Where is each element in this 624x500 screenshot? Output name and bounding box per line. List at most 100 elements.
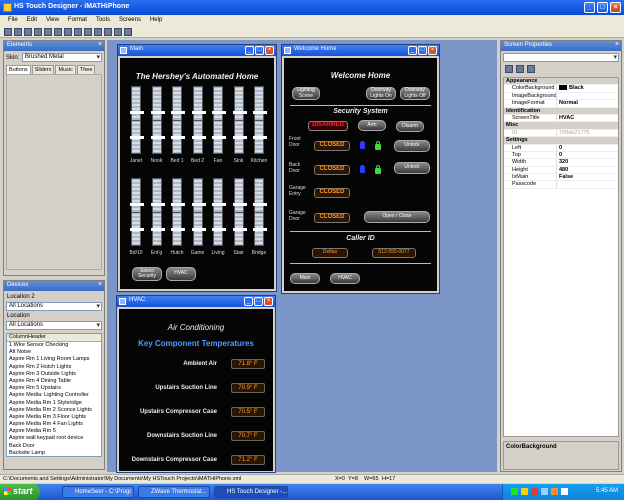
dimmer-slider-lower[interactable] xyxy=(171,212,185,246)
save-all-icon[interactable] xyxy=(34,28,42,36)
menu-edit[interactable]: Edit xyxy=(27,17,37,26)
property-value[interactable] xyxy=(556,181,618,188)
welcome-screen-window[interactable]: Welcome Home _ □ × Welcome Home Lighting S… xyxy=(281,44,440,294)
alphabetical-icon[interactable] xyxy=(516,65,524,73)
minimize-icon[interactable]: _ xyxy=(408,46,417,55)
property-value[interactable]: False xyxy=(556,174,618,181)
menu-view[interactable]: View xyxy=(46,17,59,26)
copy-icon[interactable] xyxy=(54,28,62,36)
arm-button[interactable]: Arm xyxy=(358,120,386,131)
property-value[interactable]: Black xyxy=(556,85,618,92)
cut-icon[interactable] xyxy=(44,28,52,36)
preview-icon[interactable] xyxy=(114,28,122,36)
maximize-button[interactable]: □ xyxy=(597,2,608,13)
tray-icon[interactable] xyxy=(561,488,568,495)
close-button[interactable]: × xyxy=(610,2,621,13)
hvac-button[interactable]: HVAC xyxy=(166,267,196,281)
dimmer-slider-lower[interactable] xyxy=(130,212,144,246)
dimmer-slider-lower[interactable] xyxy=(191,212,206,246)
maximize-icon[interactable]: □ xyxy=(254,297,263,306)
close-icon[interactable]: × xyxy=(265,46,274,55)
doorway-lights-on-button[interactable]: Doorway Lights On xyxy=(366,87,396,100)
tray-icon[interactable] xyxy=(551,488,558,495)
close-icon[interactable]: × xyxy=(98,281,102,288)
tray-icon[interactable] xyxy=(531,488,538,495)
task-hs-touch-designer[interactable]: HS Touch Designer -... xyxy=(214,486,288,498)
maximize-icon[interactable]: □ xyxy=(418,46,427,55)
menu-format[interactable]: Format xyxy=(68,17,87,26)
close-icon[interactable]: × xyxy=(615,41,619,48)
property-value[interactable]: 0 xyxy=(556,151,618,159)
devices-list[interactable]: ColumnHeader 1 Wire Sensor Checking Alt N… xyxy=(6,333,102,457)
start-button[interactable]: start xyxy=(0,484,40,500)
align-center-icon[interactable] xyxy=(84,28,92,36)
property-row[interactable]: Height 480 xyxy=(504,166,618,175)
property-row[interactable]: ColorBackground Black xyxy=(504,85,618,93)
open-icon[interactable] xyxy=(14,28,22,36)
device-list-item[interactable]: Aspire Rm 1 Living Room Lamps xyxy=(7,356,101,363)
hvac-window-titlebar[interactable]: HVAC _ □ × xyxy=(117,296,275,307)
dimmer-slider-lower[interactable] xyxy=(171,120,185,154)
device-list-item[interactable]: Aspire Media: Lighting Controller xyxy=(7,392,101,399)
property-value[interactable]: 0 xyxy=(556,144,618,151)
paste-icon[interactable] xyxy=(64,28,72,36)
tray-icon[interactable] xyxy=(521,488,528,495)
front-door-unlock-button[interactable]: Unlock xyxy=(394,140,430,152)
device-list-item[interactable]: 1 Wire Sensor Checking xyxy=(7,342,101,349)
title-bar[interactable]: HS Touch Designer - iMATHiPhone _ □ × xyxy=(0,0,624,15)
property-row[interactable]: ImageFormat Normal xyxy=(504,100,618,108)
property-row[interactable]: ImageBackground xyxy=(504,92,618,101)
close-icon[interactable]: × xyxy=(428,46,437,55)
property-grid[interactable]: Appearance ColorBackground Black ImageBackg… xyxy=(503,77,619,437)
device-list-item[interactable]: Back Door xyxy=(7,443,101,450)
device-list-item[interactable]: Aspire Rm 5 Upstairs xyxy=(7,385,101,392)
menu-tools[interactable]: Tools xyxy=(96,17,110,26)
grid-icon[interactable] xyxy=(104,28,112,36)
minimize-icon[interactable]: _ xyxy=(245,46,254,55)
close-icon[interactable]: × xyxy=(98,41,102,48)
save-icon[interactable] xyxy=(24,28,32,36)
device-list-item[interactable]: Aspire Media Rm 2 Sconce Lights xyxy=(7,407,101,414)
location-select[interactable]: All Locations xyxy=(6,321,102,330)
task-homeseer[interactable]: HomeSeer - C:\Progr... xyxy=(62,486,134,498)
property-value[interactable]: HVAC xyxy=(556,114,618,122)
property-value[interactable]: 7f6fab21775 xyxy=(556,129,618,137)
menu-help[interactable]: Help xyxy=(150,17,162,26)
device-list-item[interactable]: Aspire Rm 4 Dining Table xyxy=(7,378,101,385)
property-value[interactable] xyxy=(556,92,618,100)
doorway-lights-off-button[interactable]: Doorway Lights Off xyxy=(400,87,430,100)
device-list-item[interactable]: Aspire Media Rm 5 xyxy=(7,428,101,435)
tab-music[interactable]: Music xyxy=(55,65,76,74)
welcome-hvac-button[interactable]: HVAC xyxy=(330,273,360,284)
property-category[interactable]: Settings xyxy=(504,137,618,145)
property-category[interactable]: Identification xyxy=(504,107,618,115)
device-list-item[interactable]: Aspire Media Rm 1 Styleridge xyxy=(7,400,101,407)
open-close-button[interactable]: Open / Close xyxy=(364,211,430,223)
dimmer-slider-lower[interactable] xyxy=(253,212,267,246)
object-select[interactable] xyxy=(503,53,619,62)
new-icon[interactable] xyxy=(4,28,12,36)
elements-list[interactable] xyxy=(6,74,102,270)
property-row[interactable]: Top 0 xyxy=(504,151,618,160)
skin-select[interactable]: Brushed Metal xyxy=(22,53,102,62)
dimmer-slider-lower[interactable] xyxy=(232,212,247,246)
dimmer-slider-lower[interactable] xyxy=(212,212,226,246)
minimize-button[interactable]: _ xyxy=(584,2,595,13)
minimize-icon[interactable]: _ xyxy=(244,297,253,306)
disarm-button[interactable]: Disarm xyxy=(396,121,424,132)
property-value[interactable]: Normal xyxy=(556,100,618,107)
dimmer-slider-lower[interactable] xyxy=(232,120,247,154)
device-list-item[interactable]: Backsite Lamp xyxy=(7,450,101,456)
back-door-unlock-button[interactable]: Unlock xyxy=(394,162,430,174)
tab-sliders[interactable]: Sliders xyxy=(31,65,55,74)
device-list-item[interactable]: Aspire Media Rm 3 Floor Lights xyxy=(7,414,101,421)
property-row[interactable]: ScreenTitle HVAC xyxy=(504,114,618,123)
main-window-titlebar[interactable]: Main _ □ × xyxy=(118,45,276,56)
tab-buttons[interactable]: Buttons xyxy=(6,65,31,74)
property-category[interactable]: Appearance xyxy=(504,78,618,86)
property-category[interactable]: Misc xyxy=(504,122,618,130)
close-icon[interactable]: × xyxy=(264,297,273,306)
select-security-button[interactable]: Select Security xyxy=(132,267,162,281)
menu-file[interactable]: File xyxy=(8,17,18,26)
property-value[interactable]: 480 xyxy=(556,166,618,174)
